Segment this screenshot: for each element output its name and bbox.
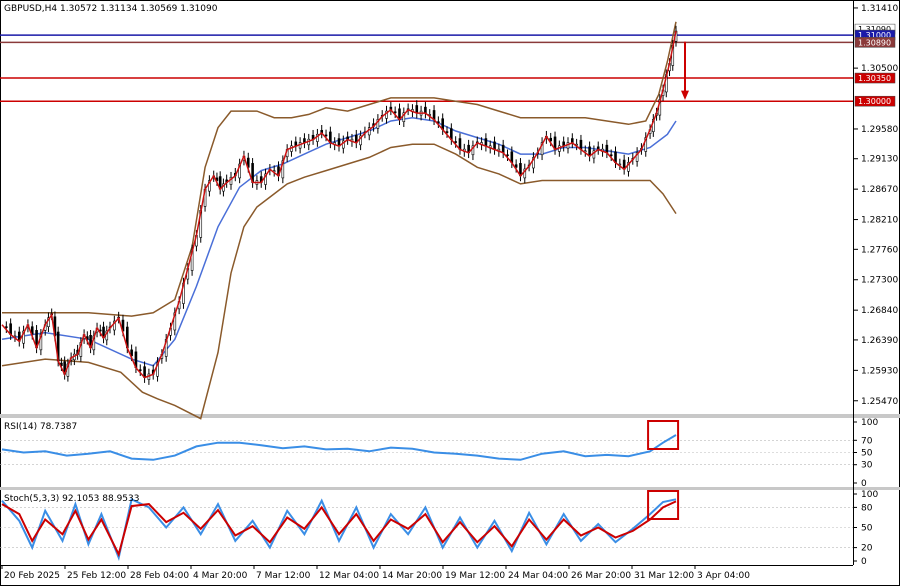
price-label: 1.30350: [858, 74, 891, 83]
osc-tick-label: 100: [861, 490, 878, 500]
osc-tick-label: 0: [861, 557, 867, 567]
pane-separator: [0, 414, 900, 418]
x-tick-label: 26 Mar 20:00: [571, 571, 631, 581]
y-tick-label: 1.27300: [861, 276, 898, 286]
y-tick-label: 1.31410: [861, 4, 898, 14]
osc-tick-label: 20: [861, 544, 873, 554]
y-tick-label: 1.26840: [861, 306, 898, 316]
lower-band-line: [1, 143, 677, 420]
x-tick-label: 7 Mar 12:00: [256, 571, 311, 581]
osc-tick-label: 100: [861, 418, 878, 428]
osc-signal-line: [1, 500, 677, 558]
chart-canvas: 1.31410 1.30500 1.29580 1.29130 1.28670 1.282…: [0, 0, 900, 586]
candle-body: [415, 105, 419, 114]
y-tick-label: 1.25470: [861, 397, 898, 407]
candle-body: [424, 106, 427, 114]
x-tick-label: 19 Mar 12:00: [445, 571, 505, 581]
x-tick-label: 25 Feb 12:00: [67, 571, 126, 581]
y-tick-label: 1.29580: [861, 125, 898, 135]
candle-body: [445, 131, 449, 133]
x-tick-label: 4 Mar 20:00: [193, 571, 248, 581]
osc-main-line: [1, 434, 677, 461]
x-tick-label: 20 Feb 2025: [4, 571, 60, 581]
osc-tick-label: 50: [861, 449, 873, 459]
x-tick-label: 12 Mar 04:00: [319, 571, 379, 581]
y-tick-label: 1.27760: [861, 245, 898, 255]
chart-window: 1.31410 1.30500 1.29580 1.29130 1.28670 1.282…: [0, 0, 900, 586]
y-tick-label: 1.28670: [861, 185, 898, 195]
osc-tick-label: 80: [861, 503, 873, 513]
candle-body: [5, 326, 8, 328]
candle-body: [484, 138, 488, 147]
highlight-box: [647, 420, 680, 450]
y-tick-label: 1.30500: [861, 64, 898, 74]
candle-body: [609, 154, 613, 157]
candle-body: [437, 121, 440, 123]
upper-band-line: [2, 21, 677, 317]
osc-tick-label: 30: [861, 461, 873, 471]
stoch-title: Stoch(5,3,3) 92.1053 88.9533: [4, 494, 139, 504]
y-tick-label: 1.29130: [861, 155, 898, 165]
osc-tick-label: 50: [861, 524, 873, 534]
candle-body: [393, 111, 397, 114]
main-chart-title: GBPUSD,H4 1.30572 1.31134 1.30569 1.3109…: [4, 4, 218, 14]
candle-body: [493, 141, 496, 150]
osc-main-line: [1, 497, 677, 561]
highlight-box: [647, 490, 680, 520]
candle-body: [501, 144, 505, 154]
candle-body: [605, 144, 609, 154]
osc-tick-label: 70: [861, 436, 873, 446]
price-label: 1.30000: [858, 97, 891, 106]
osc-tick-label: 0: [861, 479, 867, 489]
y-tick-label: 1.28210: [861, 216, 898, 226]
x-tick-label: 31 Mar 12:00: [634, 571, 694, 581]
candle-body: [138, 369, 142, 371]
down-arrow-head: [681, 90, 689, 100]
y-tick-label: 1.25930: [861, 366, 898, 376]
candle-body: [454, 141, 457, 143]
candle-body: [506, 154, 509, 157]
x-tick-label: 14 Mar 20:00: [382, 571, 442, 581]
price-label: 1.30890: [858, 38, 891, 47]
y-tick-label: 1.26390: [861, 336, 898, 346]
candle-body: [324, 134, 328, 137]
x-tick-label: 24 Mar 04:00: [508, 571, 568, 581]
x-tick-label: 3 Apr 04:00: [697, 571, 750, 581]
pane-separator: [0, 487, 900, 490]
rsi-title: RSI(14) 78.7387: [4, 422, 77, 432]
x-tick-label: 28 Feb 04:00: [130, 571, 189, 581]
